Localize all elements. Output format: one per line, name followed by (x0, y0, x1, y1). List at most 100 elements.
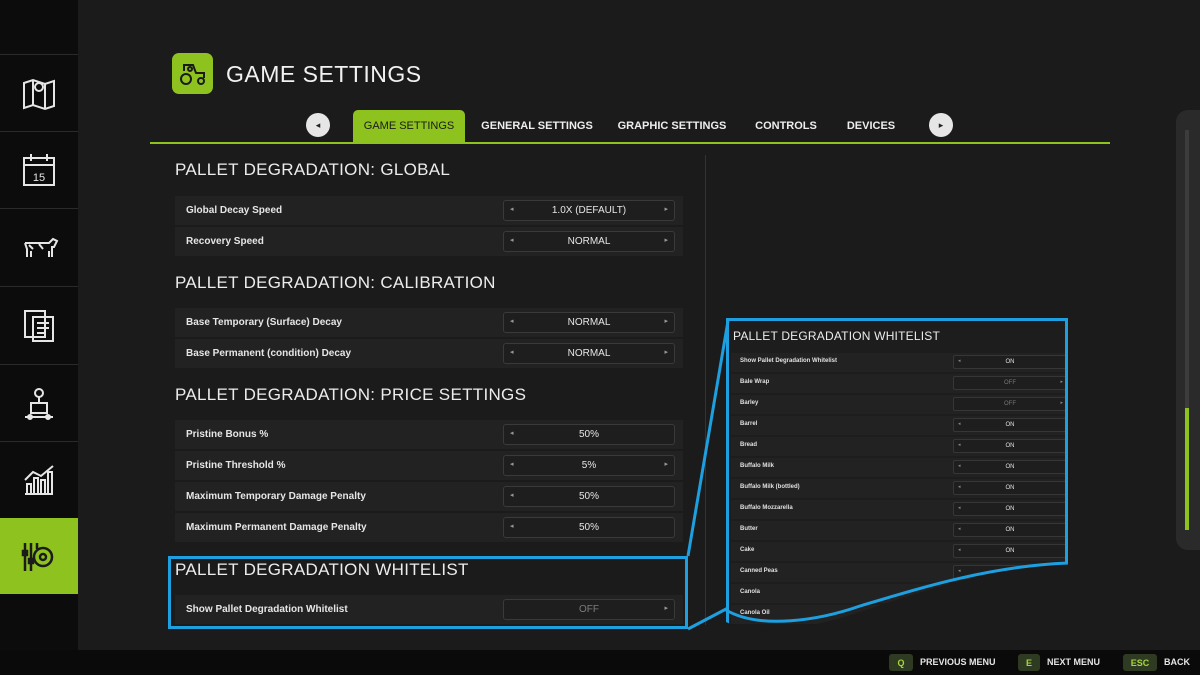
arrow-left-icon[interactable]: ◂ (510, 236, 514, 244)
base-permanent-decay-selector[interactable]: ◂ NORMAL ▸ (503, 343, 675, 364)
arrow-right-icon[interactable]: ▸ (664, 348, 668, 356)
arrow-left-icon[interactable]: ◂ (510, 522, 514, 530)
chevron-right-icon: ▸ (938, 119, 944, 130)
tab-devices[interactable]: DEVICES (838, 110, 904, 142)
whitelist-toggle[interactable]: ◂ ON (953, 565, 1065, 579)
setting-label: Base Temporary (Surface) Decay (186, 317, 342, 328)
setting-row: Pristine Threshold % ◂ 5% ▸ (175, 451, 683, 480)
sidebar-item-production[interactable] (0, 364, 78, 440)
sidebar-item-settings[interactable] (0, 518, 85, 594)
next-menu-label[interactable]: NEXT MENU (1047, 657, 1100, 667)
sidebar-item-calendar[interactable]: 15 (0, 131, 78, 207)
column-divider (705, 155, 706, 625)
whitelist-toggle[interactable]: ◂ ON (953, 355, 1065, 369)
whitelist-row: Bale Wrap OFF ▸ (731, 374, 1065, 393)
arrow-right-icon[interactable]: ▸ (1060, 400, 1063, 406)
arrow-right-icon[interactable]: ▸ (664, 317, 668, 325)
selector-value: 50% (578, 522, 599, 533)
whitelist-toggle[interactable]: ◂ ON (953, 523, 1065, 537)
sidebar-item-statistics[interactable] (0, 441, 78, 517)
setting-row: Base Permanent (condition) Decay ◂ NORMA… (175, 339, 683, 368)
toggle-value: ON (1005, 527, 1015, 533)
whitelist-label: Barley (740, 400, 759, 406)
setting-label: Maximum Temporary Damage Penalty (186, 491, 366, 502)
whitelist-toggle[interactable]: ◂ ON (953, 418, 1065, 432)
pristine-bonus-selector[interactable]: ◂ 50% (503, 424, 675, 445)
tab-next-button[interactable]: ▸ (929, 113, 953, 137)
contracts-icon (24, 309, 54, 342)
whitelist-toggle[interactable]: ◂ ON (953, 481, 1065, 495)
arrow-right-icon[interactable]: ▸ (664, 236, 668, 244)
setting-label: Pristine Threshold % (186, 460, 286, 471)
whitelist-toggle[interactable]: OFF ▸ (953, 376, 1065, 390)
whitelist-toggle[interactable]: ◂ ON (953, 544, 1065, 558)
setting-label: Maximum Permanent Damage Penalty (186, 522, 367, 533)
whitelist-toggle[interactable]: ◂ ON (953, 460, 1065, 474)
global-decay-speed-selector[interactable]: ◂ 1.0X (DEFAULT) ▸ (503, 200, 675, 221)
back-label[interactable]: BACK (1164, 657, 1190, 667)
max-permanent-penalty-selector[interactable]: ◂ 50% (503, 517, 675, 538)
setting-label: Base Permanent (condition) Decay (186, 348, 352, 359)
setting-label: Global Decay Speed (186, 205, 283, 216)
arrow-left-icon[interactable]: ◂ (510, 205, 514, 213)
whitelist-toggle[interactable]: ◂ ON (953, 439, 1065, 453)
whitelist-label: Barrel (740, 421, 758, 427)
arrow-left-icon[interactable]: ◂ (510, 460, 514, 468)
toggle-value: ON (1005, 485, 1015, 491)
recovery-speed-selector[interactable]: ◂ NORMAL ▸ (503, 231, 675, 252)
selector-value: NORMAL (567, 317, 611, 328)
selector-value: NORMAL (567, 348, 611, 359)
max-temporary-penalty-selector[interactable]: ◂ 50% (503, 486, 675, 507)
arrow-left-icon[interactable]: ◂ (510, 317, 514, 325)
key-q-badge[interactable]: Q (889, 654, 913, 671)
tab-prev-button[interactable]: ◂ (306, 113, 330, 137)
selector-value: 50% (578, 429, 599, 440)
selector-value: NORMAL (567, 236, 611, 247)
whitelist-row: Barley OFF ▸ (731, 395, 1065, 414)
whitelist-toggle[interactable]: OFF ▸ (953, 397, 1065, 411)
key-e-badge[interactable]: E (1018, 654, 1040, 671)
key-esc-badge[interactable]: ESC (1123, 654, 1157, 671)
toggle-value: ON (1005, 359, 1015, 365)
zoom-panel-title: PALLET DEGRADATION WHITELIST (733, 329, 940, 343)
base-temporary-decay-selector[interactable]: ◂ NORMAL ▸ (503, 312, 675, 333)
arrow-left-icon[interactable]: ◂ (510, 491, 514, 499)
tab-bar: ◂ GAME SETTINGS GENERAL SETTINGS GRAPHIC… (150, 110, 1110, 144)
whitelist-label: Bread (740, 442, 758, 448)
page-title: GAME SETTINGS (226, 61, 422, 87)
whitelist-row: Canned Peas ◂ ON (731, 563, 1065, 582)
selector-value: 1.0X (DEFAULT) (551, 205, 627, 216)
arrow-right-icon[interactable]: ▸ (664, 460, 668, 468)
toggle-value: ON (1005, 548, 1015, 554)
previous-menu-label[interactable]: PREVIOUS MENU (920, 657, 996, 667)
whitelist-row: Buffalo Mozzarella ◂ ON (731, 500, 1065, 519)
tab-general-settings[interactable]: GENERAL SETTINGS (476, 110, 598, 142)
bottom-bar: Q PREVIOUS MENU E NEXT MENU ESC BACK (0, 650, 1200, 675)
settings-screen: 15 GAME SETTINGS ◂ GAME SETTINGS GENERAL… (0, 0, 1200, 675)
arrow-right-icon[interactable]: ▸ (1060, 379, 1063, 385)
toggle-value: ON (1005, 443, 1015, 449)
arrow-left-icon[interactable]: ◂ (510, 348, 514, 356)
stats-icon (24, 464, 54, 495)
tab-game-settings[interactable]: GAME SETTINGS (353, 110, 465, 142)
toggle-value: ON (1005, 422, 1015, 428)
sidebar-item-map[interactable] (0, 54, 78, 130)
arrow-right-icon[interactable]: ▸ (664, 205, 668, 213)
sidebar-item-animals[interactable] (0, 208, 78, 284)
chevron-left-icon: ◂ (315, 119, 321, 130)
setting-row: Base Temporary (Surface) Decay ◂ NORMAL … (175, 308, 683, 337)
calendar-icon: 15 (23, 153, 55, 186)
whitelist-row: Buffalo Milk (bottled) ◂ ON (731, 479, 1065, 498)
setting-row: Pristine Bonus % ◂ 50% (175, 420, 683, 449)
pristine-threshold-selector[interactable]: ◂ 5% ▸ (503, 455, 675, 476)
arrow-left-icon[interactable]: ◂ (510, 429, 514, 437)
whitelist-row: Butter ◂ ON (731, 521, 1065, 540)
tab-controls[interactable]: CONTROLS (748, 110, 824, 142)
sidebar: 15 (0, 0, 85, 650)
tab-graphic-settings[interactable]: GRAPHIC SETTINGS (613, 110, 731, 142)
scrollbar-thumb[interactable] (1185, 408, 1189, 530)
whitelist-row: Barrel ◂ ON (731, 416, 1065, 435)
whitelist-label: Canned Peas (740, 568, 778, 574)
sidebar-item-contracts[interactable] (0, 286, 78, 362)
whitelist-toggle[interactable]: ◂ ON (953, 502, 1065, 516)
